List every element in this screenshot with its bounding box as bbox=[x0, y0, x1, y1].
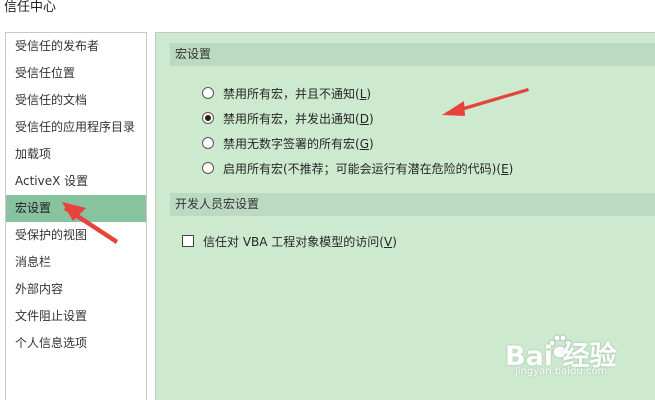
vba-access-option[interactable]: 信任对 VBA 工程对象模型的访问(V) bbox=[182, 231, 397, 251]
sidebar-item-trusted-app-catalogs[interactable]: 受信任的应用程序目录 bbox=[6, 114, 146, 141]
sidebar-item-file-block[interactable]: 文件阻止设置 bbox=[6, 303, 146, 330]
sidebar-item-trusted-documents[interactable]: 受信任的文档 bbox=[6, 87, 146, 114]
option-label: 禁用所有宏，并且不通知(L) bbox=[223, 86, 372, 101]
sidebar: 受信任的发布者 受信任位置 受信任的文档 受信任的应用程序目录 加载项 Acti… bbox=[5, 32, 147, 400]
option-disable-no-notify[interactable]: 禁用所有宏，并且不通知(L) bbox=[202, 83, 371, 103]
radio-enable-all[interactable] bbox=[202, 162, 214, 174]
option-label: 启用所有宏(不推荐；可能会运行有潜在危险的代码)(E) bbox=[223, 161, 514, 176]
option-disable-with-notify[interactable]: 禁用所有宏，并发出通知(D) bbox=[202, 108, 374, 128]
sidebar-item-privacy-options[interactable]: 个人信息选项 bbox=[6, 330, 146, 357]
window-title: 信任中心 bbox=[4, 0, 57, 15]
sidebar-item-activex[interactable]: ActiveX 设置 bbox=[6, 168, 146, 195]
option-disable-unsigned[interactable]: 禁用无数字签署的所有宏(G) bbox=[202, 133, 374, 153]
radio-disable-unsigned[interactable] bbox=[202, 137, 214, 149]
sidebar-item-external-content[interactable]: 外部内容 bbox=[6, 276, 146, 303]
option-label: 禁用所有宏，并发出通知(D) bbox=[223, 111, 374, 126]
sidebar-item-macro-settings[interactable]: 宏设置 bbox=[6, 195, 146, 222]
option-label: 禁用无数字签署的所有宏(G) bbox=[223, 136, 374, 151]
radio-disable-no-notify[interactable] bbox=[202, 87, 214, 99]
sidebar-item-addins[interactable]: 加载项 bbox=[6, 141, 146, 168]
radio-disable-with-notify[interactable] bbox=[202, 112, 214, 124]
sidebar-item-trusted-publishers[interactable]: 受信任的发布者 bbox=[6, 33, 146, 60]
vba-access-checkbox[interactable] bbox=[182, 235, 194, 247]
title-bar: 信任中心 bbox=[0, 0, 655, 18]
baidu-site-url: jingyan.baidu.com bbox=[515, 366, 608, 377]
macro-settings-header: 宏设置 bbox=[170, 43, 655, 66]
baidu-watermark: Bai 经验 jingyan.baidu.com bbox=[505, 330, 650, 385]
option-enable-all[interactable]: 启用所有宏(不推荐；可能会运行有潜在危险的代码)(E) bbox=[202, 158, 513, 178]
sidebar-item-trusted-locations[interactable]: 受信任位置 bbox=[6, 60, 146, 87]
sidebar-item-protected-view[interactable]: 受保护的视图 bbox=[6, 222, 146, 249]
developer-macro-header: 开发人员宏设置 bbox=[170, 193, 655, 216]
vba-access-label: 信任对 VBA 工程对象模型的访问(V) bbox=[203, 234, 397, 249]
sidebar-item-message-bar[interactable]: 消息栏 bbox=[6, 249, 146, 276]
